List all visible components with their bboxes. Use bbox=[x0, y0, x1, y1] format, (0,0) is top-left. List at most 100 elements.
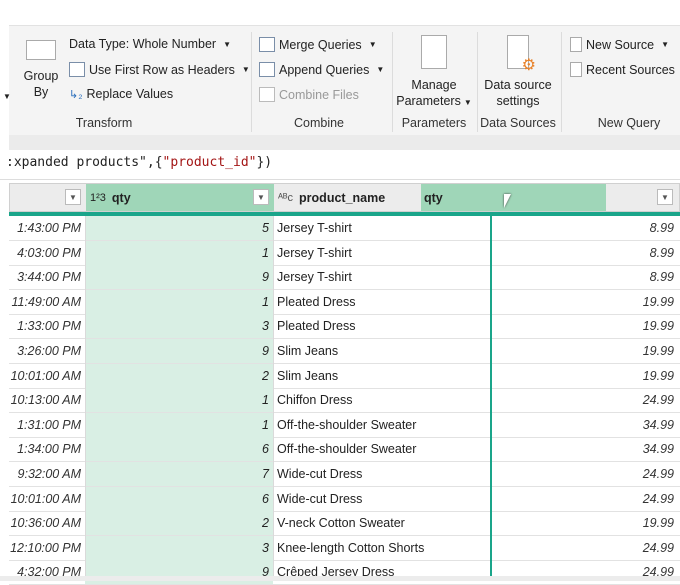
price-cell[interactable]: 24.99 bbox=[490, 536, 680, 560]
append-queries-button[interactable]: Append Queries ▼ bbox=[259, 62, 384, 77]
price-cell[interactable]: 19.99 bbox=[490, 339, 680, 363]
price-cell[interactable]: 19.99 bbox=[490, 314, 680, 338]
table-row[interactable]: 3:44:00 PM 9 Jersey T-shirt 8.99 bbox=[9, 265, 680, 291]
table-row[interactable]: 1:31:00 PM 1 Off-the-shoulder Sweater 34.99 bbox=[9, 412, 680, 438]
time-cell[interactable]: 10:13:00 AM bbox=[9, 388, 85, 412]
table-row[interactable]: 9:32:00 AM 7 Wide-cut Dress 24.99 bbox=[9, 462, 680, 487]
time-cell[interactable]: 9:32:00 AM bbox=[9, 462, 85, 486]
table-row[interactable]: 10:36:00 AM 2 V-neck Cotton Sweater 19.99 bbox=[9, 511, 680, 537]
qty-cell[interactable]: 2 bbox=[85, 511, 273, 536]
caret-icon[interactable]: ▼ bbox=[3, 92, 11, 101]
data-type-label: Data Type: Whole Number bbox=[69, 37, 217, 51]
table-row[interactable]: 10:01:00 AM 2 Slim Jeans 19.99 bbox=[9, 363, 680, 389]
formula-bar[interactable]: :xpanded products",{"product_id"}) bbox=[0, 150, 680, 180]
table-row[interactable]: 11:49:00 AM 1 Pleated Dress 19.99 bbox=[9, 289, 680, 315]
product-name-cell[interactable]: Pleated Dress bbox=[273, 314, 490, 338]
qty-cell[interactable]: 1 bbox=[85, 388, 273, 413]
time-cell[interactable]: 3:44:00 PM bbox=[9, 265, 85, 289]
price-cell[interactable]: 8.99 bbox=[490, 241, 680, 265]
qty-cell[interactable]: 9 bbox=[85, 265, 273, 290]
price-cell[interactable]: 34.99 bbox=[490, 437, 680, 461]
qty-cell[interactable]: 7 bbox=[85, 462, 273, 486]
qty-cell[interactable]: 1 bbox=[85, 289, 273, 314]
qty-cell[interactable]: 6 bbox=[85, 437, 273, 462]
data-source-settings-label-2: settings bbox=[496, 94, 540, 108]
qty-cell[interactable]: 5 bbox=[85, 216, 273, 240]
price-filter-dropdown[interactable]: ▼ bbox=[657, 189, 673, 205]
price-cell[interactable]: 19.99 bbox=[490, 364, 680, 388]
product-name-cell[interactable]: Slim Jeans bbox=[273, 364, 490, 388]
new-source-button[interactable]: New Source ▼ bbox=[570, 37, 669, 52]
time-cell[interactable]: 1:34:00 PM bbox=[9, 437, 85, 461]
time-cell[interactable]: 10:01:00 AM bbox=[9, 364, 85, 388]
product-name-cell[interactable]: Wide-cut Dress bbox=[273, 462, 490, 486]
combine-files-button[interactable]: Combine Files bbox=[259, 87, 359, 102]
price-cell[interactable]: 24.99 bbox=[490, 462, 680, 486]
product-name-cell[interactable]: Pleated Dress bbox=[273, 290, 490, 314]
product-name-cell[interactable]: Chiffon Dress bbox=[273, 388, 490, 412]
product-name-cell[interactable]: Off-the-shoulder Sweater bbox=[273, 437, 490, 461]
time-cell[interactable]: 11:49:00 AM bbox=[9, 290, 85, 314]
product-name-cell[interactable]: V-neck Cotton Sweater bbox=[273, 511, 490, 535]
product-name-cell[interactable]: Jersey T-shirt bbox=[273, 265, 490, 289]
data-source-settings-button[interactable]: ⚙ Data source settings bbox=[478, 35, 558, 109]
qty-cell[interactable]: 9 bbox=[85, 339, 273, 363]
qty-cell[interactable]: 3 bbox=[85, 314, 273, 339]
qty-cell[interactable]: 3 bbox=[85, 535, 273, 560]
merge-icon bbox=[259, 37, 275, 52]
replace-values-button[interactable]: ↳₂ Replace Values bbox=[69, 87, 173, 101]
qty-cell[interactable]: 1 bbox=[85, 240, 273, 265]
qty-cell[interactable]: 2 bbox=[85, 363, 273, 388]
price-cell[interactable]: 24.99 bbox=[490, 388, 680, 412]
column-header-product-name[interactable]: ᴬᴮc product_name bbox=[274, 184, 421, 211]
column-header-qty[interactable]: 1²3 qty bbox=[86, 184, 274, 211]
text-type-icon[interactable]: ᴬᴮc bbox=[278, 192, 293, 204]
table-row[interactable]: 3:26:00 PM 9 Slim Jeans 19.99 bbox=[9, 339, 680, 364]
product-name-cell[interactable]: Wide-cut Dress bbox=[273, 487, 490, 511]
table-row[interactable]: 10:13:00 AM 1 Chiffon Dress 24.99 bbox=[9, 388, 680, 414]
manage-parameters-button[interactable]: Manage Parameters ▼ bbox=[395, 35, 473, 111]
qty-filter-dropdown[interactable]: ▼ bbox=[253, 189, 269, 205]
product-name-cell[interactable]: Knee-length Cotton Shorts bbox=[273, 536, 490, 560]
merge-queries-button[interactable]: Merge Queries ▼ bbox=[259, 37, 377, 52]
data-type-button[interactable]: Data Type: Whole Number ▼ bbox=[69, 37, 231, 51]
time-cell[interactable]: 10:36:00 AM bbox=[9, 511, 85, 535]
product-name-cell[interactable]: Jersey T-shirt bbox=[273, 216, 490, 240]
group-by-button[interactable]: Group By bbox=[19, 40, 63, 100]
dragged-column-qty[interactable]: qty bbox=[421, 184, 606, 211]
use-first-row-button[interactable]: Use First Row as Headers ▼ bbox=[69, 62, 250, 77]
chevron-down-icon: ▼ bbox=[376, 65, 385, 74]
time-cell[interactable]: 1:33:00 PM bbox=[9, 314, 85, 338]
table-row[interactable]: 4:03:00 PM 1 Jersey T-shirt 8.99 bbox=[9, 240, 680, 266]
column-divider bbox=[85, 216, 86, 581]
column-filter-dropdown[interactable]: ▼ bbox=[65, 189, 81, 205]
product-name-cell[interactable]: Slim Jeans bbox=[273, 339, 490, 363]
product-name-cell[interactable]: Jersey T-shirt bbox=[273, 241, 490, 265]
price-cell[interactable]: 8.99 bbox=[490, 216, 680, 240]
combine-icon bbox=[259, 87, 275, 102]
price-cell[interactable]: 19.99 bbox=[490, 511, 680, 535]
table-row[interactable]: 1:43:00 PM 5 Jersey T-shirt 8.99 bbox=[9, 216, 680, 241]
price-cell[interactable]: 24.99 bbox=[490, 487, 680, 511]
table-row[interactable]: 10:01:00 AM 6 Wide-cut Dress 24.99 bbox=[9, 486, 680, 512]
price-cell[interactable]: 19.99 bbox=[490, 290, 680, 314]
price-cell[interactable]: 8.99 bbox=[490, 265, 680, 289]
new-source-icon bbox=[570, 37, 582, 52]
table-row[interactable]: 12:10:00 PM 3 Knee-length Cotton Shorts 24.… bbox=[9, 535, 680, 561]
time-cell[interactable]: 4:03:00 PM bbox=[9, 241, 85, 265]
price-cell[interactable]: 34.99 bbox=[490, 413, 680, 437]
qty-cell[interactable]: 6 bbox=[85, 486, 273, 511]
time-cell[interactable]: 12:10:00 PM bbox=[9, 536, 85, 560]
time-cell[interactable]: 1:31:00 PM bbox=[9, 413, 85, 437]
whole-number-type-icon[interactable]: 1²3 bbox=[90, 192, 106, 204]
time-cell[interactable]: 3:26:00 PM bbox=[9, 339, 85, 363]
qty-cell[interactable]: 1 bbox=[85, 412, 273, 437]
table-row[interactable]: 4:32:00 PM 9 Crêped Jersey Dress 24.99 bbox=[9, 560, 680, 585]
table-row[interactable]: 1:33:00 PM 3 Pleated Dress 19.99 bbox=[9, 314, 680, 340]
chevron-down-icon: ▼ bbox=[241, 65, 250, 74]
time-cell[interactable]: 10:01:00 AM bbox=[9, 487, 85, 511]
product-name-cell[interactable]: Off-the-shoulder Sweater bbox=[273, 413, 490, 437]
recent-sources-button[interactable]: Recent Sources bbox=[570, 62, 675, 77]
table-row[interactable]: 1:34:00 PM 6 Off-the-shoulder Sweater 34.99 bbox=[9, 437, 680, 463]
time-cell[interactable]: 1:43:00 PM bbox=[9, 216, 85, 240]
